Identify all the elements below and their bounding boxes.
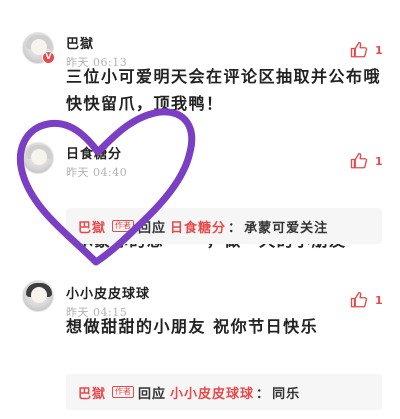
reply-author[interactable]: 巴獄: [78, 217, 106, 236]
reply-target[interactable]: 小小皮皮球球: [170, 383, 254, 402]
comment-author-name[interactable]: 巴獄: [66, 33, 94, 52]
comment-body: 三位小可爱明天会在评论区抽取并公布哦 快快留爪，顶我鸭！: [66, 67, 382, 113]
author-tag-badge: 作者: [112, 220, 135, 232]
thumbs-up-icon: [350, 152, 368, 169]
avatar[interactable]: [22, 280, 54, 312]
thumbs-up-icon: [350, 291, 368, 308]
reply-verb: 回应: [138, 386, 167, 402]
reply-author[interactable]: 巴獄: [78, 383, 106, 402]
author-tag-badge: 作者: [112, 386, 135, 398]
comment-author-name[interactable]: 日食糖分: [66, 143, 122, 162]
like-button[interactable]: 1: [350, 41, 383, 59]
like-count: 1: [375, 154, 383, 168]
thumbs-up-icon: [350, 41, 368, 58]
like-button[interactable]: 1: [350, 291, 383, 309]
comment-author-name[interactable]: 小小皮皮球球: [66, 283, 150, 302]
reply-target[interactable]: 日食糖分: [170, 217, 226, 236]
reply-box[interactable]: 巴獄 作者 回应 日食糖分 ： 承蒙可爱关注: [66, 208, 382, 244]
like-count: 1: [375, 293, 383, 307]
reply-separator: ：: [256, 386, 271, 402]
reply-text: 同乐: [272, 386, 301, 402]
reply-box[interactable]: 巴獄 作者 回应 小小皮皮球球 ： 同乐: [66, 374, 382, 410]
reply-separator: ：: [228, 220, 243, 236]
comment-body: 想做甜甜的小朋友 祝你节日快乐: [66, 317, 319, 336]
avatar[interactable]: [22, 142, 54, 174]
like-count: 1: [375, 43, 383, 57]
reply-verb: 回应: [138, 220, 167, 236]
like-button[interactable]: 1: [350, 152, 383, 170]
reply-text: 承蒙可爱关注: [244, 220, 329, 236]
verified-badge-icon: V: [42, 51, 55, 64]
